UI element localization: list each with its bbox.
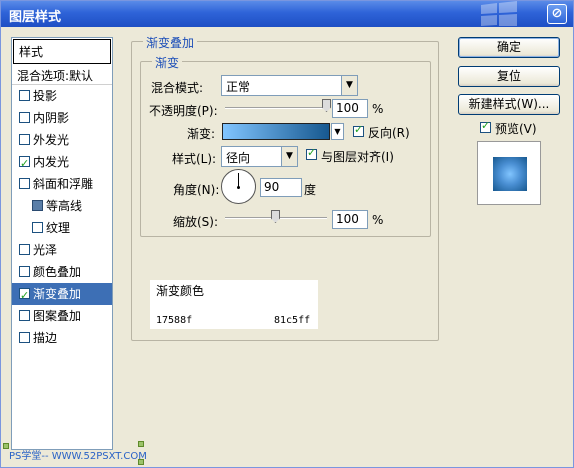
ok-button[interactable]: 确定 [458,37,560,58]
opacity-input[interactable]: 100 [332,99,368,118]
chevron-down-icon: ▼ [281,147,297,166]
reset-button[interactable]: 复位 [458,66,560,87]
blend-mode-value: 正常 [226,80,251,94]
gradient-dropdown[interactable]: ▼ [331,123,344,140]
chevron-down-icon: ▼ [334,127,341,136]
style-item-label: 图案叠加 [33,309,82,323]
close-icon: ⊘ [551,6,563,21]
scale-input[interactable]: 100 [332,210,368,229]
opacity-unit: % [372,102,384,116]
style-value: 径向 [226,151,251,165]
style-item-drop-shadow[interactable]: 投影 [12,85,112,107]
style-item-pattern-overlay[interactable]: 图案叠加 [12,305,112,327]
windows-logo-decoration [481,1,517,26]
angle-dial[interactable] [221,169,256,204]
texture-checkbox[interactable] [32,222,43,233]
blending-options-item[interactable]: 混合选项:默认 [12,65,112,85]
style-item-label: 描边 [33,331,58,345]
new-style-button[interactable]: 新建样式(W)... [458,94,560,115]
inner-shadow-checkbox[interactable] [19,112,30,123]
angle-label: 角度(N): [173,183,220,197]
style-item-label: 纹理 [46,221,71,235]
angle-center-dot [237,186,240,189]
align-with-layer-checkbox[interactable] [306,146,317,160]
styles-header[interactable]: 样式 [13,39,111,64]
style-item-label: 光泽 [33,243,58,257]
gradient-swatch[interactable] [222,123,330,140]
stroke-checkbox[interactable] [19,332,30,343]
style-item-label: 外发光 [33,133,70,147]
title-bar[interactable]: 图层样式 ⊘ [1,1,573,27]
style-item-inner-glow[interactable]: 内发光 [12,151,112,175]
style-label: 样式(L): [172,152,217,166]
group-title: 渐变叠加 [143,34,198,51]
style-item-label: 内发光 [33,155,70,169]
style-item-label: 投影 [33,89,58,103]
style-item-gradient-overlay[interactable]: 渐变叠加 [12,283,112,307]
close-button[interactable]: ⊘ [547,4,567,24]
contour-checkbox[interactable] [32,200,43,211]
layer-style-dialog: 图层样式 ⊘ 样式 混合选项:默认 投影 内阴影 外发光 内发光 斜面和浮雕 等… [0,0,574,468]
angle-needle [238,173,239,187]
preview-square [493,157,527,191]
satin-checkbox[interactable] [19,244,30,255]
angle-unit: 度 [304,183,317,197]
note-color-start: 17588f [156,315,193,326]
bevel-emboss-checkbox[interactable] [19,178,30,189]
note-color-end: 81c5ff [274,315,311,326]
reverse-checkbox[interactable] [353,123,364,137]
scale-unit: % [372,213,384,227]
style-item-label: 内阴影 [33,111,70,125]
style-item-label: 斜面和浮雕 [33,177,94,191]
gradient-overlay-checkbox[interactable] [19,285,30,307]
color-overlay-checkbox[interactable] [19,266,30,277]
gradient-color-note: 渐变颜色 17588f 81c5ff [150,280,318,329]
angle-input[interactable]: 90 [260,178,302,197]
preview-label: 预览(V) [495,122,537,136]
blend-mode-select[interactable]: 正常 ▼ [221,75,358,96]
style-item-outer-glow[interactable]: 外发光 [12,129,112,151]
align-with-layer-label: 与图层对齐(I) [321,150,394,164]
style-select[interactable]: 径向 ▼ [221,146,298,167]
chevron-down-icon: ▼ [341,76,357,95]
blend-mode-label: 混合模式: [151,81,204,95]
style-item-inner-shadow[interactable]: 内阴影 [12,107,112,129]
corner-marker [138,441,144,447]
outer-glow-checkbox[interactable] [19,134,30,145]
watermark-text: PS学堂-- WWW.52PSXT.COM [9,451,147,462]
style-list: 样式 混合选项:默认 投影 内阴影 外发光 内发光 斜面和浮雕 等高线 纹理 光… [11,37,113,450]
style-item-label: 颜色叠加 [33,265,82,279]
style-item-contour[interactable]: 等高线 [12,195,112,217]
gradient-label: 渐变: [187,127,216,141]
style-item-stroke[interactable]: 描边 [12,327,112,349]
window-title: 图层样式 [9,10,62,25]
note-title: 渐变颜色 [156,284,205,298]
opacity-slider-track[interactable] [225,107,327,109]
style-item-label: 等高线 [46,199,83,213]
drop-shadow-checkbox[interactable] [19,90,30,101]
style-item-color-overlay[interactable]: 颜色叠加 [12,261,112,283]
corner-marker [3,443,9,449]
style-item-label: 渐变叠加 [33,287,82,301]
style-item-satin[interactable]: 光泽 [12,239,112,261]
pattern-overlay-checkbox[interactable] [19,310,30,321]
opacity-label: 不透明度(P): [149,104,218,118]
preview-checkbox[interactable] [480,119,491,133]
preview-thumbnail [477,141,541,205]
reverse-label: 反向(R) [368,126,410,140]
corner-marker [138,459,144,465]
style-item-bevel-emboss[interactable]: 斜面和浮雕 [12,173,112,195]
scale-label: 缩放(S): [173,215,219,229]
style-item-texture[interactable]: 纹理 [12,217,112,239]
subgroup-title: 渐变 [152,54,183,71]
inner-glow-checkbox[interactable] [19,153,30,175]
